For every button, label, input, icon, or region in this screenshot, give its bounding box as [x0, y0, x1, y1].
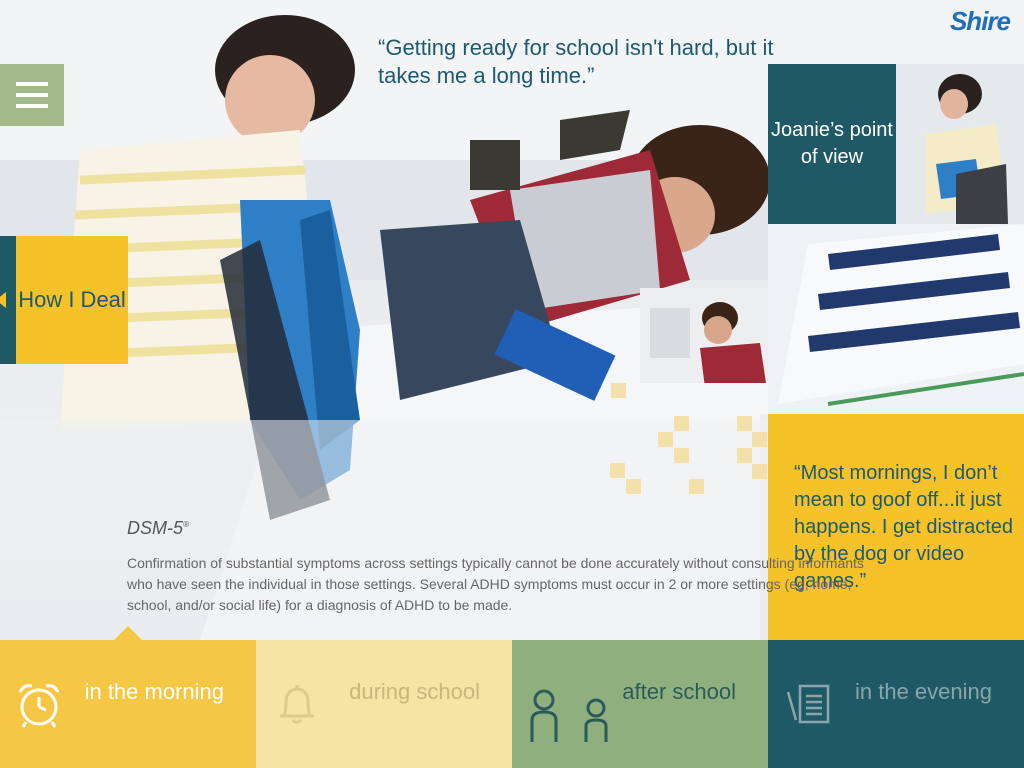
- left-arrow-icon: [0, 292, 6, 308]
- mother-thumbnail[interactable]: [896, 64, 1024, 224]
- alarm-clock-icon: [14, 680, 64, 735]
- decor-square: [611, 383, 626, 398]
- decor-square: [610, 463, 625, 478]
- tab-in-the-morning[interactable]: in the morning: [0, 640, 256, 768]
- tab-in-the-evening[interactable]: in the evening: [768, 640, 1024, 768]
- dsm-body: Confirmation of substantial symptoms acr…: [127, 555, 864, 613]
- bell-icon: [272, 680, 322, 735]
- decor-square: [737, 448, 752, 463]
- point-of-view-button[interactable]: Joanie’s point of view: [768, 64, 896, 224]
- active-tab-pointer: [114, 626, 142, 640]
- how-i-deal-label: How I Deal: [16, 236, 128, 364]
- tab-during-school[interactable]: during school: [256, 640, 512, 768]
- people-icon: [526, 688, 616, 749]
- quote-headline: “Getting ready for school isn't hard, bu…: [378, 35, 774, 88]
- dsm-title-text: DSM-5: [127, 518, 184, 538]
- decor-square: [658, 432, 673, 447]
- decor-square: [737, 416, 752, 431]
- decor-square: [752, 432, 767, 447]
- dsm-registered-mark: ®: [183, 520, 189, 529]
- menu-button[interactable]: [0, 64, 64, 126]
- decor-square: [626, 479, 641, 494]
- how-i-deal-strip: [0, 236, 16, 364]
- tab-after-school[interactable]: after school: [512, 640, 768, 768]
- decor-square: [752, 464, 767, 479]
- how-i-deal-button[interactable]: How I Deal: [0, 236, 128, 364]
- tab-in-the-evening-label: in the evening: [855, 679, 992, 704]
- dsm-title: DSM-5®: [127, 518, 867, 539]
- pillow-photo: [768, 224, 1024, 414]
- decor-square: [689, 479, 704, 494]
- hamburger-icon: [16, 82, 48, 108]
- tab-during-school-label: during school: [349, 679, 480, 704]
- time-of-day-tabs: in the morning during school after schoo…: [0, 640, 1024, 768]
- decor-square: [674, 416, 689, 431]
- shire-logo[interactable]: Shire: [950, 6, 1011, 37]
- boy-thumbnail[interactable]: [640, 288, 768, 414]
- notepad-icon: [786, 680, 836, 735]
- dsm-note: DSM-5® Confirmation of substantial sympt…: [127, 518, 867, 616]
- tab-after-school-label: after school: [622, 679, 736, 704]
- decor-square: [674, 448, 689, 463]
- tab-in-the-morning-label: in the morning: [84, 679, 224, 704]
